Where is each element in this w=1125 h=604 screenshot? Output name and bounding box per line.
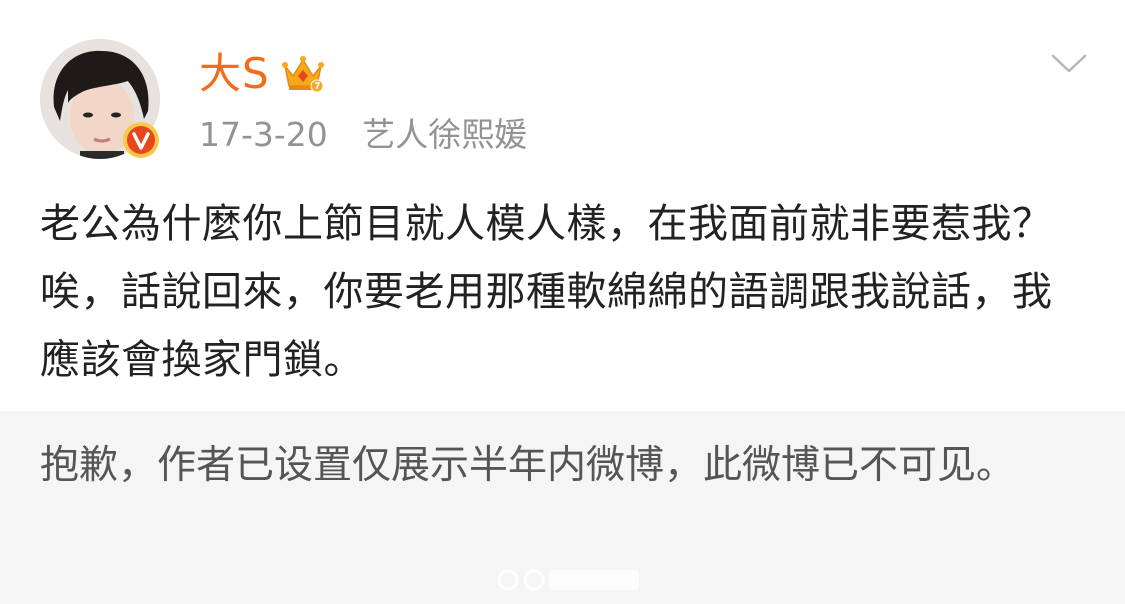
author-name[interactable]: 大S xyxy=(199,50,270,98)
post-header: 大S 17-3-20 艺人徐熙媛 xyxy=(0,0,1125,180)
vip-crown-icon[interactable] xyxy=(281,52,325,96)
author-avatar[interactable] xyxy=(40,39,160,159)
post-date: 17-3-20 xyxy=(199,115,328,154)
post-meta: 17-3-20 艺人徐熙媛 xyxy=(199,115,527,155)
post-source: 艺人徐熙媛 xyxy=(362,115,528,154)
unavailable-notice-text: 抱歉，作者已设置仅展示半年内微博，此微博已不可见。 xyxy=(40,443,1016,488)
chevron-down-icon[interactable] xyxy=(1050,52,1088,76)
verified-icon xyxy=(122,121,160,159)
watermark-logo xyxy=(495,567,645,593)
post-content: 老公為什麼你上節目就人模人樣，在我面前就非要惹我？唉，話說回來，你要老用那種軟綿… xyxy=(40,201,1053,383)
weibo-post-card: 大S 17-3-20 艺人徐熙媛 老公為什麼你上節目就人模人樣，在我面前就非要惹 xyxy=(0,0,1125,604)
